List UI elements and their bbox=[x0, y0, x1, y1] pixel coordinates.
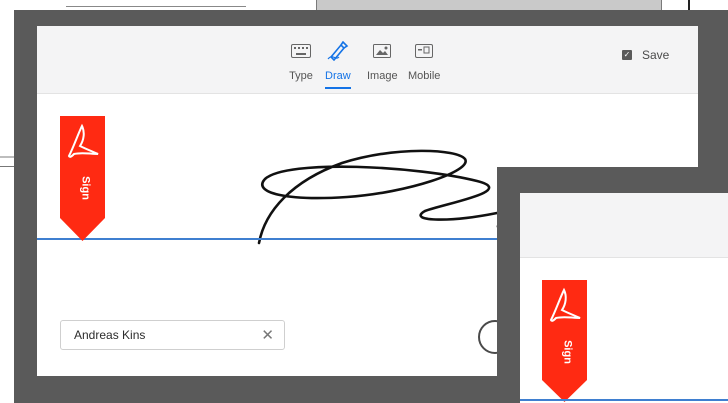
save-toggle[interactable]: ✓ Save bbox=[622, 48, 669, 62]
sign-here-tag: Sign bbox=[542, 280, 587, 402]
image-icon bbox=[370, 40, 394, 62]
sign-tag-label: Sign bbox=[562, 340, 574, 364]
tab-label: Draw bbox=[325, 70, 351, 82]
tab-label: Type bbox=[289, 70, 313, 82]
tab-label: Image bbox=[367, 70, 398, 82]
sign-tag-label: Sign bbox=[80, 176, 92, 200]
second-signature-dialog: Sign bbox=[520, 193, 728, 403]
tab-mobile[interactable]: Mobile bbox=[408, 40, 440, 82]
second-dialog-backdrop: Sign bbox=[497, 167, 728, 403]
tab-type[interactable]: Type bbox=[289, 40, 313, 82]
dialog-header bbox=[520, 193, 728, 258]
signer-name-value: Andreas Kins bbox=[74, 328, 146, 342]
save-checkbox[interactable]: ✓ bbox=[622, 50, 632, 60]
keyboard-icon bbox=[289, 40, 313, 62]
active-tab-indicator bbox=[324, 87, 351, 89]
save-label: Save bbox=[642, 48, 670, 62]
dialog-header: Type Draw Image Mobile ✓ Save bbox=[37, 26, 698, 94]
signature-baseline bbox=[520, 399, 728, 401]
tab-draw[interactable]: Draw bbox=[324, 40, 351, 89]
background-divider bbox=[66, 6, 246, 7]
tab-label: Mobile bbox=[408, 70, 441, 82]
mobile-icon bbox=[412, 40, 436, 62]
close-icon[interactable]: ✕ bbox=[261, 326, 274, 344]
sign-here-tag: Sign bbox=[60, 116, 105, 241]
pen-draw-icon bbox=[326, 40, 350, 62]
tab-image[interactable]: Image bbox=[367, 40, 398, 82]
signer-name-input[interactable]: Andreas Kins ✕ bbox=[60, 320, 285, 350]
